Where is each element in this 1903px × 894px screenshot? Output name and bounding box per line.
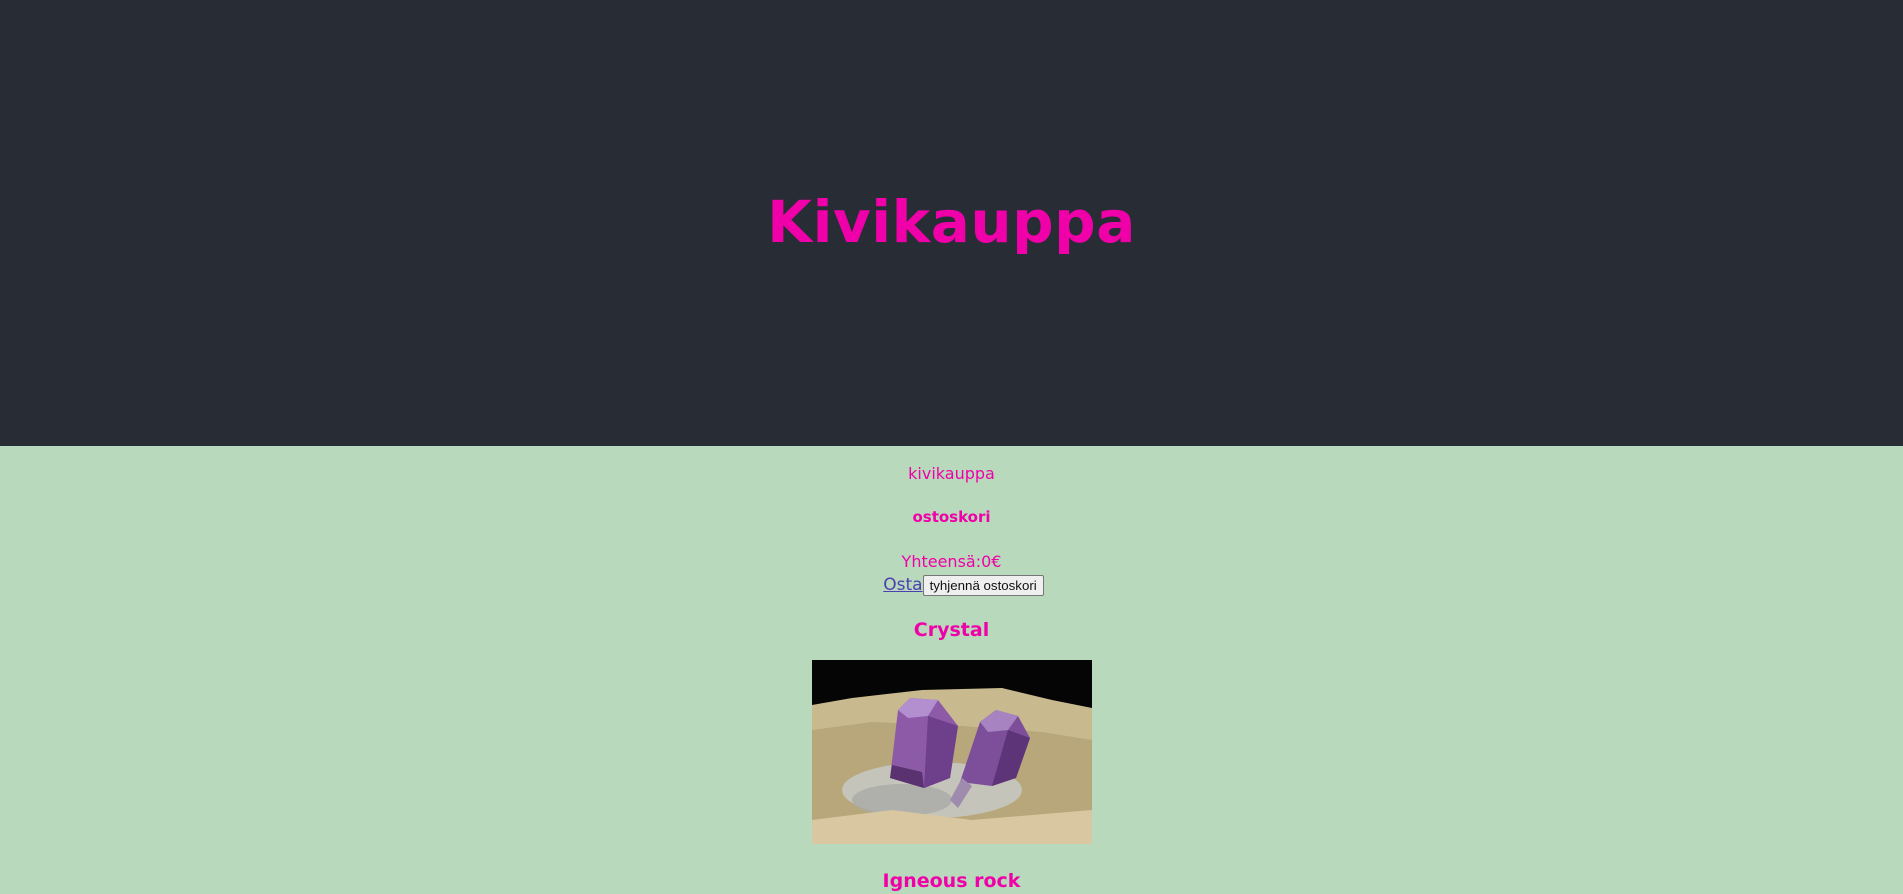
product-name: Igneous rock xyxy=(882,870,1021,892)
cart-heading: ostoskori xyxy=(912,508,991,526)
cart-actions: Osta tyhjennä ostoskori xyxy=(0,574,1903,596)
cart-total: Yhteensä:0€ xyxy=(901,552,1002,571)
product-name: Crystal xyxy=(913,619,990,641)
site-title: Kivikauppa xyxy=(767,187,1136,256)
product-item: Crystal xyxy=(0,619,1903,844)
main-content: kivikauppa ostoskori Yhteensä:0€ Osta ty… xyxy=(0,464,1903,892)
product-item: Igneous rock xyxy=(0,870,1903,892)
product-image[interactable] xyxy=(811,660,1092,844)
clear-cart-button[interactable]: tyhjennä ostoskori xyxy=(922,574,1044,596)
site-header: Kivikauppa xyxy=(0,0,1903,446)
buy-link[interactable]: Osta xyxy=(883,575,922,595)
home-link[interactable]: kivikauppa xyxy=(0,464,1903,484)
